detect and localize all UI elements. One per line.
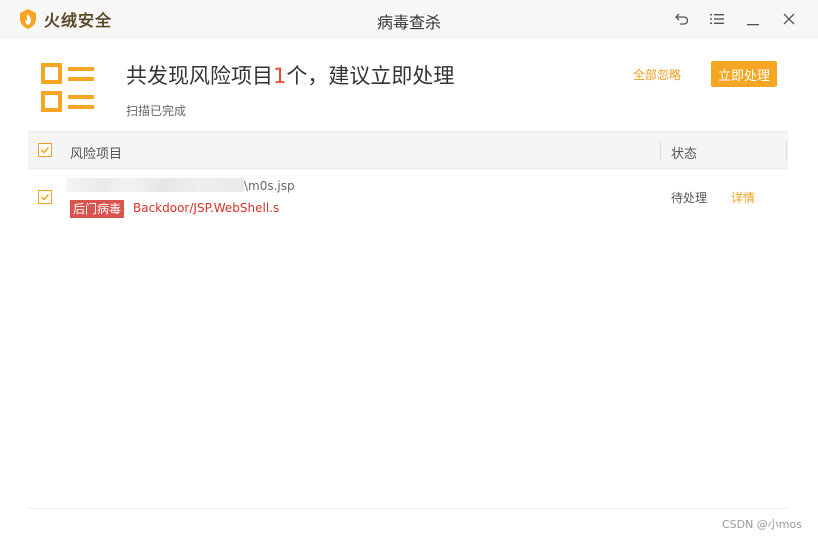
menu-button[interactable] — [707, 9, 727, 29]
close-button[interactable] — [779, 9, 799, 29]
table-header: 风险项目 状态 — [28, 131, 788, 169]
file-path: \m0s.jsp — [244, 179, 295, 193]
row-checkbox[interactable] — [38, 190, 52, 204]
status-text: 待处理 — [671, 191, 708, 205]
undo-icon — [675, 12, 689, 26]
column-header-status: 状态 — [671, 147, 698, 162]
redacted-path — [66, 178, 244, 192]
close-icon — [782, 12, 796, 26]
title-suffix: 个，建议立即处理 — [286, 64, 455, 88]
column-divider[interactable] — [786, 141, 787, 161]
risk-list-icon — [40, 62, 96, 114]
check-icon — [40, 192, 50, 202]
details-link[interactable]: 详情 — [731, 189, 755, 206]
scan-status-text: 扫描已完成 — [126, 104, 187, 118]
watermark: CSDN @小mos — [721, 518, 802, 531]
threat-type-badge: 后门病毒 — [70, 200, 125, 218]
minimize-button[interactable] — [743, 9, 763, 29]
title-bar: 火绒安全 病毒查杀 — [0, 0, 818, 38]
scan-result-title: 共发现风险项目1个，建议立即处理 — [126, 60, 454, 90]
footer-divider — [28, 508, 788, 509]
undo-button[interactable] — [672, 9, 692, 29]
virus-name: Backdoor/JSP.WebShell.s — [133, 201, 280, 215]
minimize-icon — [746, 12, 760, 26]
check-icon — [40, 145, 50, 155]
window-title: 病毒查杀 — [376, 13, 441, 32]
table-row[interactable]: \m0s.jsp 后门病毒 Backdoor/JSP.WebShell.s 待处… — [28, 170, 788, 226]
select-all-checkbox[interactable] — [38, 143, 52, 157]
risk-count: 1 — [273, 64, 287, 88]
ignore-all-link[interactable]: 全部忽略 — [633, 66, 681, 83]
handle-now-button[interactable]: 立即处理 — [711, 61, 777, 87]
column-divider[interactable] — [660, 141, 661, 161]
column-header-item: 风险项目 — [70, 147, 123, 162]
menu-icon — [710, 13, 724, 25]
title-prefix: 共发现风险项目 — [126, 64, 273, 88]
